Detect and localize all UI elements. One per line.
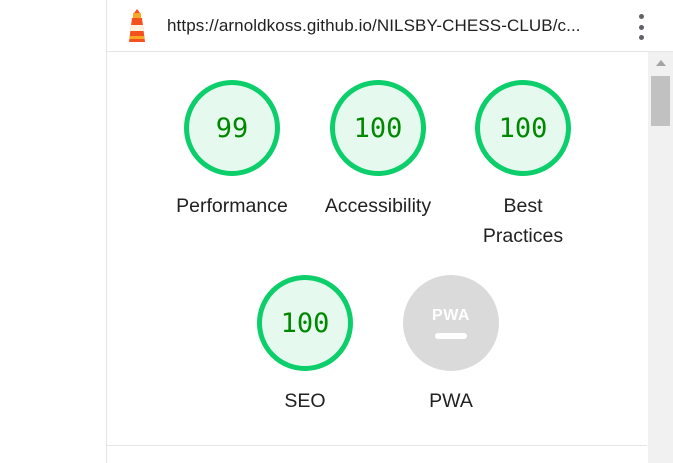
lighthouse-icon <box>129 9 145 42</box>
gauge-label: Performance <box>176 195 288 217</box>
score-ring: 100 <box>330 80 426 176</box>
gauge-pwa[interactable]: PWA PWA <box>376 275 526 416</box>
score-value: 100 <box>353 112 403 144</box>
score-value: 99 <box>215 112 249 144</box>
gauge-accessibility[interactable]: 100 Accessibility <box>303 80 453 221</box>
gauge-label-line2: Practices <box>482 225 564 247</box>
gauge-label: Best Practices <box>448 191 598 251</box>
gauge-seo[interactable]: 100 SEO <box>230 275 380 416</box>
score-value: 100 <box>280 307 330 339</box>
section-divider <box>107 445 647 446</box>
report-url[interactable]: https://arnoldkoss.github.io/NILSBY-CHES… <box>167 16 581 36</box>
gauge-best-practices[interactable]: 100 Best Practices <box>448 80 598 251</box>
pwa-badge-text: PWA <box>432 307 470 324</box>
pwa-dash-icon <box>435 333 467 339</box>
scrollbar-thumb[interactable] <box>651 76 670 126</box>
score-ring: 99 <box>184 80 280 176</box>
vertical-scrollbar[interactable] <box>648 52 673 463</box>
gauge-label: SEO <box>284 390 326 412</box>
gauge-label: Accessibility <box>324 195 432 217</box>
score-value: 100 <box>498 112 548 144</box>
gauge-performance[interactable]: 99 Performance <box>157 80 307 221</box>
lighthouse-report-panel: https://arnoldkoss.github.io/NILSBY-CHES… <box>106 0 673 463</box>
more-vert-icon[interactable] <box>631 12 651 42</box>
report-topbar: https://arnoldkoss.github.io/NILSBY-CHES… <box>107 0 673 52</box>
gauge-label-line1: Best <box>503 195 543 217</box>
score-ring: 100 <box>475 80 571 176</box>
pwa-badge: PWA <box>403 275 499 371</box>
gauge-label: PWA <box>429 390 473 412</box>
scroll-up-arrow-icon[interactable] <box>648 54 673 72</box>
score-ring: 100 <box>257 275 353 371</box>
